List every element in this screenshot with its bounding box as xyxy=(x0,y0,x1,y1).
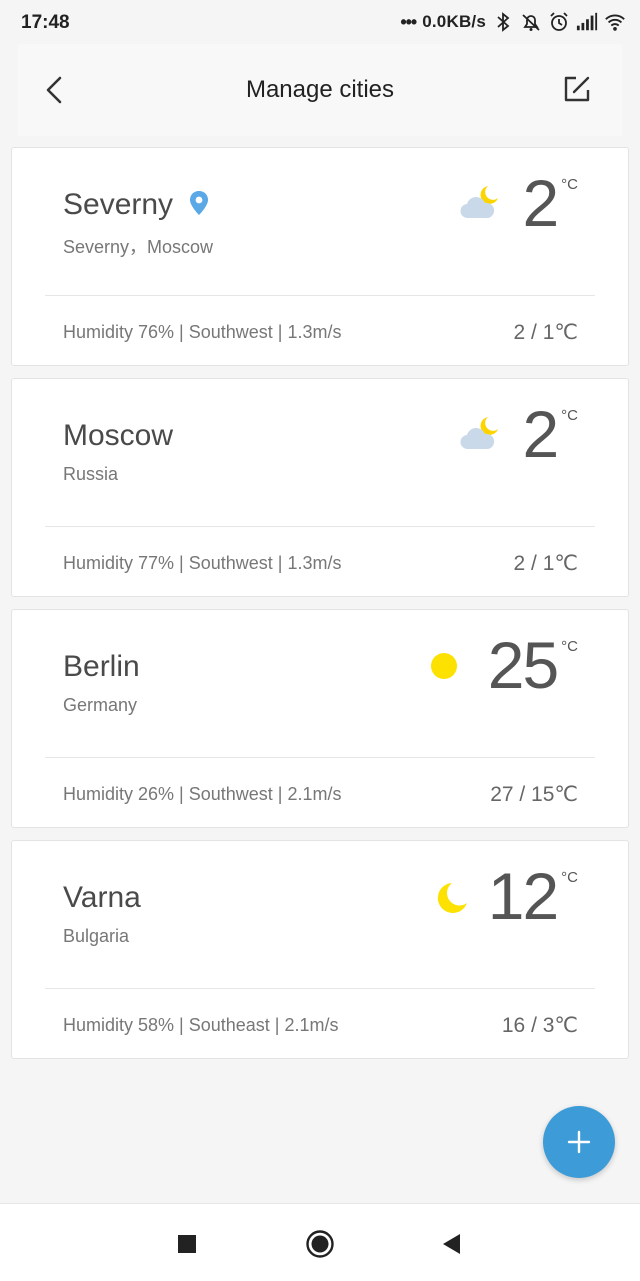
temperature-unit: °C xyxy=(561,869,578,886)
city-name-text: Severny xyxy=(63,188,174,221)
city-card-berlin[interactable]: Berlin Germany 25 °C Humidity 26% | Sout… xyxy=(11,609,629,828)
cloudy-night-icon xyxy=(460,417,498,450)
plus-icon xyxy=(567,1130,591,1154)
card-divider xyxy=(45,295,595,296)
location-pin-icon xyxy=(190,191,209,216)
temperature-range: 2 / 1℃ xyxy=(513,552,578,575)
edit-icon[interactable] xyxy=(562,74,592,104)
city-name: Moscow xyxy=(63,419,174,452)
current-temperature: 12 °C xyxy=(488,861,578,931)
bell-off-icon xyxy=(522,14,540,31)
weather-details: Humidity 58% | Southeast | 2.1m/s xyxy=(63,1015,339,1035)
signal-icon xyxy=(576,12,598,31)
add-city-button[interactable] xyxy=(543,1106,615,1178)
city-card-moscow[interactable]: Moscow Russia 2 °C Humidity 77% | Southw… xyxy=(11,378,629,597)
city-subtitle: Bulgaria xyxy=(63,926,130,946)
city-subtitle: Russia xyxy=(63,464,119,484)
card-divider xyxy=(45,526,595,527)
city-card-severny[interactable]: Severny Severny，Moscow 2 °C Humidity 76%… xyxy=(11,147,629,366)
temperature-value: 2 xyxy=(522,397,559,471)
status-bar: 17:48 ••• 0.0KB/s xyxy=(0,0,640,44)
temperature-value: 12 xyxy=(487,859,559,933)
top-app-bar: Manage cities xyxy=(18,44,622,136)
page-title: Manage cities xyxy=(245,76,395,103)
cloudy-night-icon xyxy=(460,186,498,219)
network-speed: 0.0KB/s xyxy=(422,12,486,31)
wifi-icon xyxy=(605,14,625,31)
city-subtitle: Germany xyxy=(63,695,138,715)
current-temperature: 2 °C xyxy=(522,399,578,469)
temperature-range: 16 / 3℃ xyxy=(501,1014,578,1037)
status-time: 17:48 xyxy=(21,12,70,33)
status-indicators: ••• 0.0KB/s xyxy=(400,11,626,33)
weather-details: Humidity 77% | Southwest | 1.3m/s xyxy=(63,553,342,573)
home-circle-icon[interactable] xyxy=(305,1229,335,1259)
city-card-varna[interactable]: Varna Bulgaria 12 °C Humidity 58% | Sout… xyxy=(11,840,629,1059)
temperature-unit: °C xyxy=(561,407,578,424)
city-subtitle: Severny，Moscow xyxy=(63,237,214,257)
temperature-value: 2 xyxy=(522,166,559,240)
weather-details: Humidity 76% | Southwest | 1.3m/s xyxy=(63,322,342,342)
bluetooth-icon xyxy=(497,12,510,32)
back-triangle-icon[interactable] xyxy=(437,1229,467,1259)
dots-icon: ••• xyxy=(400,11,417,32)
recents-square-icon[interactable] xyxy=(172,1229,202,1259)
card-divider xyxy=(45,988,595,989)
sun-icon xyxy=(431,653,457,679)
temperature-range: 2 / 1℃ xyxy=(513,321,578,344)
temperature-unit: °C xyxy=(561,638,578,655)
moon-icon xyxy=(437,883,467,913)
alarm-icon xyxy=(550,12,568,31)
card-divider xyxy=(45,757,595,758)
system-nav-bar xyxy=(0,1203,640,1281)
temperature-range: 27 / 15℃ xyxy=(490,783,578,806)
city-name: Berlin xyxy=(63,650,140,683)
current-temperature: 2 °C xyxy=(522,168,578,238)
temperature-value: 25 xyxy=(487,628,559,702)
weather-details: Humidity 26% | Southwest | 2.1m/s xyxy=(63,784,342,804)
city-name: Varna xyxy=(63,881,141,914)
temperature-unit: °C xyxy=(561,176,578,193)
city-name: Severny xyxy=(63,188,209,222)
current-temperature: 25 °C xyxy=(488,630,578,700)
